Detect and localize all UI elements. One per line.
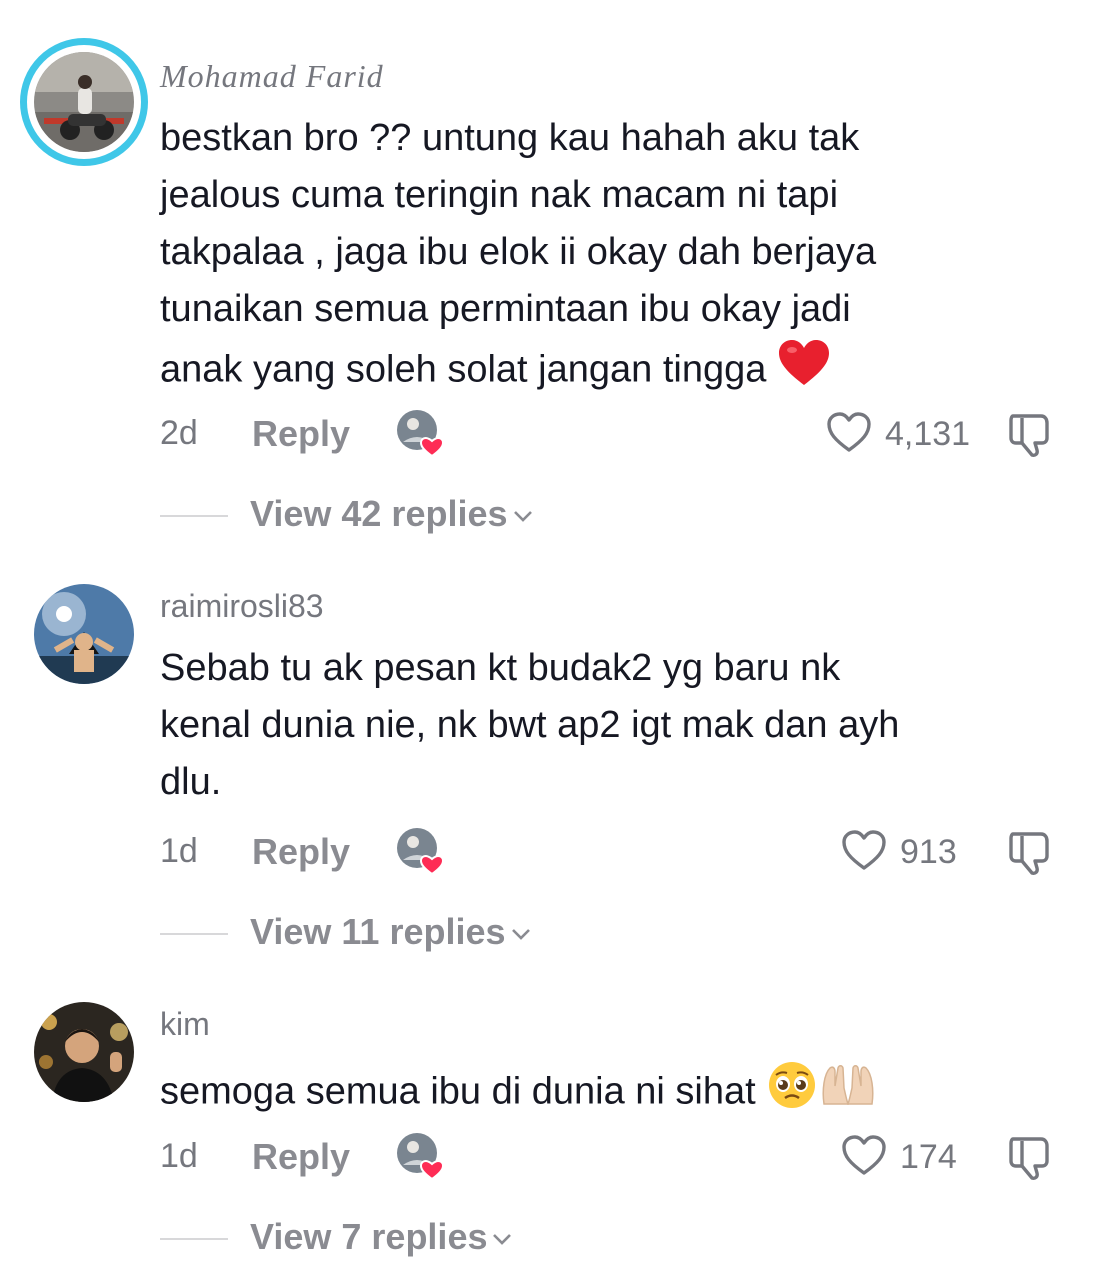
dislike-icon[interactable]: [1005, 410, 1059, 458]
dislike-icon[interactable]: [1005, 1133, 1059, 1181]
view-replies-label: View 11 replies: [250, 911, 532, 953]
creator-liked-icon: [395, 408, 449, 458]
comment-text: bestkan bro ?? untung kau hahah aku tak …: [160, 110, 1060, 405]
comment-line-wrap: semoga semua ibu di dunia ni sihat: [160, 1060, 1060, 1127]
like-count: 913: [900, 833, 957, 871]
comment-time: 2d: [160, 414, 198, 452]
red-heart-icon: [777, 338, 831, 405]
divider-line: [160, 1238, 228, 1240]
view-replies-button[interactable]: View 11 replies: [160, 908, 660, 958]
palms-up-together-icon: [818, 1060, 878, 1127]
divider-line: [160, 515, 228, 517]
comment-text: semoga semua ibu di dunia ni sihat: [160, 1060, 1060, 1127]
comment-username[interactable]: Mohamad Farid: [160, 58, 384, 95]
comment-line: anak yang soleh solat jangan tingga: [160, 348, 767, 391]
comment-line: tunaikan semua permintaan ibu okay jadi: [160, 288, 851, 330]
heart-outline-icon: [842, 1135, 886, 1175]
comment-line: bestkan bro ?? untung kau hahah aku tak: [160, 117, 860, 159]
avatar[interactable]: [34, 1002, 134, 1102]
comment-line-wrap: anak yang soleh solat jangan tingga: [160, 338, 1060, 405]
like-count: 4,131: [885, 415, 971, 453]
chevron-down-icon: [513, 511, 532, 523]
heart-outline-icon: [827, 412, 871, 452]
comment-line: dlu.: [160, 761, 222, 803]
creator-liked-icon: [395, 826, 449, 876]
comment-line: kenal dunia nie, nk bwt ap2 igt mak dan …: [160, 704, 900, 746]
chevron-down-icon: [493, 1234, 512, 1246]
dislike-icon[interactable]: [1005, 828, 1059, 876]
avatar[interactable]: [34, 52, 134, 152]
comment-actions: 2d Reply 4,131: [0, 408, 1101, 458]
comment-username[interactable]: kim: [160, 1006, 210, 1043]
reply-button[interactable]: Reply: [252, 413, 350, 455]
comment-line: jealous cuma teringin nak macam ni tapi: [160, 174, 839, 216]
view-replies-text: View 7 replies: [250, 1216, 488, 1257]
comment-actions: 1d Reply 174: [0, 1131, 1101, 1181]
like-count: 174: [900, 1138, 957, 1176]
comment-line: Sebab tu ak pesan kt budak2 yg baru nk: [160, 647, 841, 689]
view-replies-button[interactable]: View 42 replies: [160, 490, 660, 540]
pleading-face-icon: [766, 1060, 818, 1127]
avatar[interactable]: [34, 584, 134, 684]
reply-button[interactable]: Reply: [252, 1136, 350, 1178]
heart-outline-icon: [842, 830, 886, 870]
view-replies-label: View 42 replies: [250, 493, 534, 535]
reply-button[interactable]: Reply: [252, 831, 350, 873]
chevron-down-icon: [511, 929, 530, 941]
comment-line: takpalaa , jaga ibu elok ii okay dah ber…: [160, 231, 877, 273]
comment-actions: 1d Reply 913: [0, 826, 1101, 876]
comment-username[interactable]: raimirosli83: [160, 588, 324, 625]
comment-line: semoga semua ibu di dunia ni sihat: [160, 1070, 756, 1113]
creator-liked-icon: [395, 1131, 449, 1181]
comment-time: 1d: [160, 832, 198, 870]
view-replies-button[interactable]: View 7 replies: [160, 1213, 660, 1263]
comment-time: 1d: [160, 1137, 198, 1175]
view-replies-text: View 42 replies: [250, 493, 508, 534]
comment-text: Sebab tu ak pesan kt budak2 yg baru nk k…: [160, 640, 1060, 811]
view-replies-text: View 11 replies: [250, 911, 506, 952]
view-replies-label: View 7 replies: [250, 1216, 513, 1258]
divider-line: [160, 933, 228, 935]
